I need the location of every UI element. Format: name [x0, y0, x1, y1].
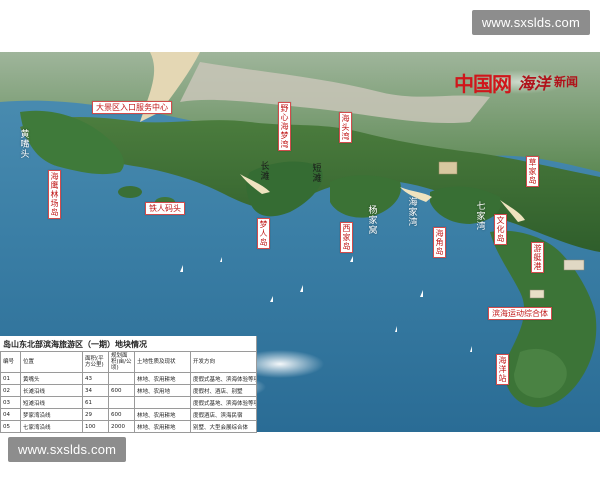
watermark-bottom: www.sxslds.com [8, 437, 127, 462]
label-duantan: 短滩 [312, 164, 322, 184]
table-cell: 林地、农用耕地 [134, 408, 191, 421]
table-cell: 短滩沿线 [20, 396, 83, 409]
plot-table: 编号 位置 面积(平方公里) 规划面积(亩/公顷) 土地性质及现状 开发方向 0… [0, 351, 257, 433]
watermark-top: www.sxslds.com [471, 10, 590, 35]
table-cell: 100 [82, 420, 109, 433]
table-header: 面积(平方公里) [82, 351, 109, 373]
table-cell: 600 [108, 384, 135, 397]
table-header: 位置 [20, 351, 83, 373]
label-visitor-center: 大景区入口服务中心 [92, 101, 172, 114]
table-cell: 黄嘴头 [20, 372, 83, 385]
label-xijiaku-island: 西家岛 [340, 222, 353, 253]
table-cell: 林地、农用地 [134, 384, 191, 397]
brand-logo: 中国网 海洋 新闻 [454, 70, 588, 96]
small-island-west [118, 186, 142, 198]
label-yexin-huameng-wan: 野心海梦湾 [278, 102, 291, 151]
table-row: 04 梦家湾沿线 29 600 林地、农用耕地 度假酒店、滨海民宿 [0, 408, 257, 421]
table-cell: 34 [82, 384, 109, 397]
table-row: 02 长滩沿线 34 600 林地、农用地 度假村、酒店、别墅 [0, 384, 257, 397]
table-cell: 别墅、大型会展综合体 [190, 420, 257, 433]
table-cell: 度假式基地、滨海体验等项目 [190, 372, 257, 385]
label-huangzuitou: 黄嘴头 [20, 130, 30, 160]
resort-building-1 [438, 161, 458, 175]
table-cell: 林地、农用耕地 [134, 420, 191, 433]
table-cell: 04 [0, 408, 21, 421]
brand-logo-part1: 中国网 [454, 72, 512, 96]
label-haijiawan: 海家湾 [408, 198, 418, 228]
label-haiyang-gongyuan: 滨海运动综合体 [488, 307, 552, 320]
table-cell [134, 396, 191, 409]
table-cell: 梦家湾沿线 [20, 408, 83, 421]
table-cell: 43 [82, 372, 109, 385]
table-header: 开发方向 [190, 351, 257, 373]
plot-info-panel: 岛山东北部滨海旅游区（一期）地块情况 编号 位置 面积(平方公里) 规划面积(亩… [0, 336, 257, 433]
table-cell: 29 [82, 408, 109, 421]
table-cell: 01 [0, 372, 21, 385]
table-cell: 七家湾沿线 [20, 420, 83, 433]
table-cell: 长滩沿线 [20, 384, 83, 397]
table-cell: 05 [0, 420, 21, 433]
table-header-row: 编号 位置 面积(平方公里) 规划面积(亩/公顷) 土地性质及现状 开发方向 [0, 351, 257, 373]
table-header: 土地性质及现状 [134, 351, 191, 373]
table-title: 岛山东北部滨海旅游区（一期）地块情况 [3, 340, 147, 349]
resort-building-3 [529, 289, 545, 299]
label-haiyuanzhan: 海洋站 [496, 354, 509, 385]
resort-building-2 [563, 259, 585, 271]
label-wenhua-island: 文化岛 [494, 214, 507, 245]
table-cell [108, 396, 135, 409]
label-caojia-dao: 草家岛 [526, 156, 539, 187]
table-row: 05 七家湾沿线 100 2000 林地、农用耕地 别墅、大型会展综合体 [0, 420, 257, 433]
label-yangjiawo: 杨家窝 [368, 206, 378, 236]
label-mengjia-island: 梦人岛 [257, 218, 270, 249]
table-cell: 度假村、酒店、别墅 [190, 384, 257, 397]
label-huanghai-wan: 海头湾 [339, 112, 352, 143]
table-row: 03 短滩沿线 61 度假式基地、滨海体验等项目 [0, 396, 257, 409]
table-header: 编号 [0, 351, 21, 373]
brand-logo-part3: 新闻 [554, 75, 579, 89]
table-cell [108, 372, 135, 385]
label-changtan: 长滩 [260, 162, 270, 182]
label-haiyingyuzhu-island: 海鹰林场岛 [48, 170, 61, 219]
table-cell: 600 [108, 408, 135, 421]
label-yinrenjiutou: 铁人码头 [145, 202, 185, 215]
table-cell: 度假酒店、滨海民宿 [190, 408, 257, 421]
table-header: 规划面积(亩/公顷) [108, 351, 135, 373]
table-cell: 61 [82, 396, 109, 409]
label-qijiawan: 七家湾 [476, 202, 486, 232]
table-row: 01 黄嘴头 43 林地、农用耕地 度假式基地、滨海体验等项目 [0, 372, 257, 385]
table-cell: 2000 [108, 420, 135, 433]
table-cell: 度假式基地、滨海体验等项目 [190, 396, 257, 409]
brand-logo-part2: 海洋 [518, 74, 551, 93]
table-cell: 林地、农用耕地 [134, 372, 191, 385]
table-cell: 02 [0, 384, 21, 397]
label-tourist-port: 游艇港 [531, 242, 544, 273]
table-cell: 03 [0, 396, 21, 409]
label-bolanjiao: 海角岛 [433, 227, 446, 258]
